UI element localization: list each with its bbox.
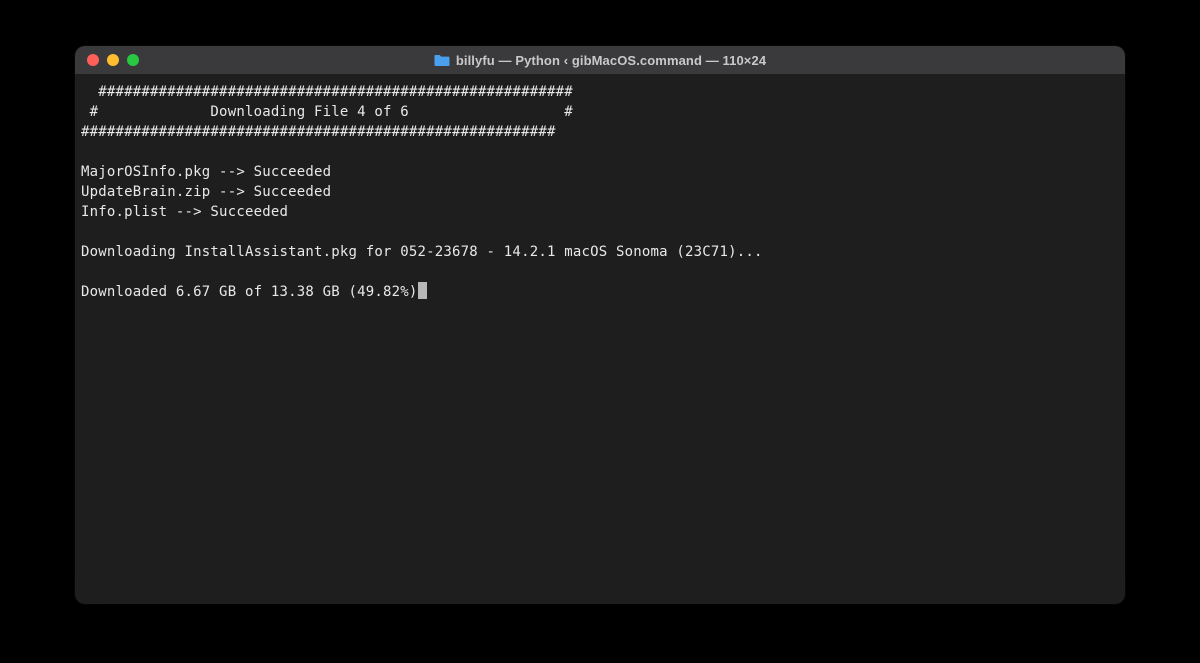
progress-line: Downloaded 6.67 GB of 13.38 GB (49.82%): [81, 284, 418, 300]
close-button[interactable]: [87, 54, 99, 66]
title-bar[interactable]: billyfu — Python ‹ gibMacOS.command — 11…: [75, 46, 1125, 74]
minimize-button[interactable]: [107, 54, 119, 66]
terminal-body[interactable]: ########################################…: [75, 74, 1125, 604]
header-text: # Downloading File 4 of 6 #: [81, 104, 573, 120]
traffic-lights: [87, 54, 139, 66]
header-border-top: ########################################…: [81, 84, 573, 100]
downloading-line: Downloading InstallAssistant.pkg for 052…: [81, 244, 763, 260]
header-border-bottom: ########################################…: [81, 124, 556, 140]
file-status-2: UpdateBrain.zip --> Succeeded: [81, 184, 331, 200]
cursor: [418, 282, 427, 299]
file-status-1: MajorOSInfo.pkg --> Succeeded: [81, 164, 331, 180]
window-title-text: billyfu — Python ‹ gibMacOS.command — 11…: [456, 53, 766, 68]
terminal-window: billyfu — Python ‹ gibMacOS.command — 11…: [75, 46, 1125, 604]
folder-icon: [434, 54, 450, 67]
window-title: billyfu — Python ‹ gibMacOS.command — 11…: [75, 53, 1125, 68]
maximize-button[interactable]: [127, 54, 139, 66]
file-status-3: Info.plist --> Succeeded: [81, 204, 288, 220]
